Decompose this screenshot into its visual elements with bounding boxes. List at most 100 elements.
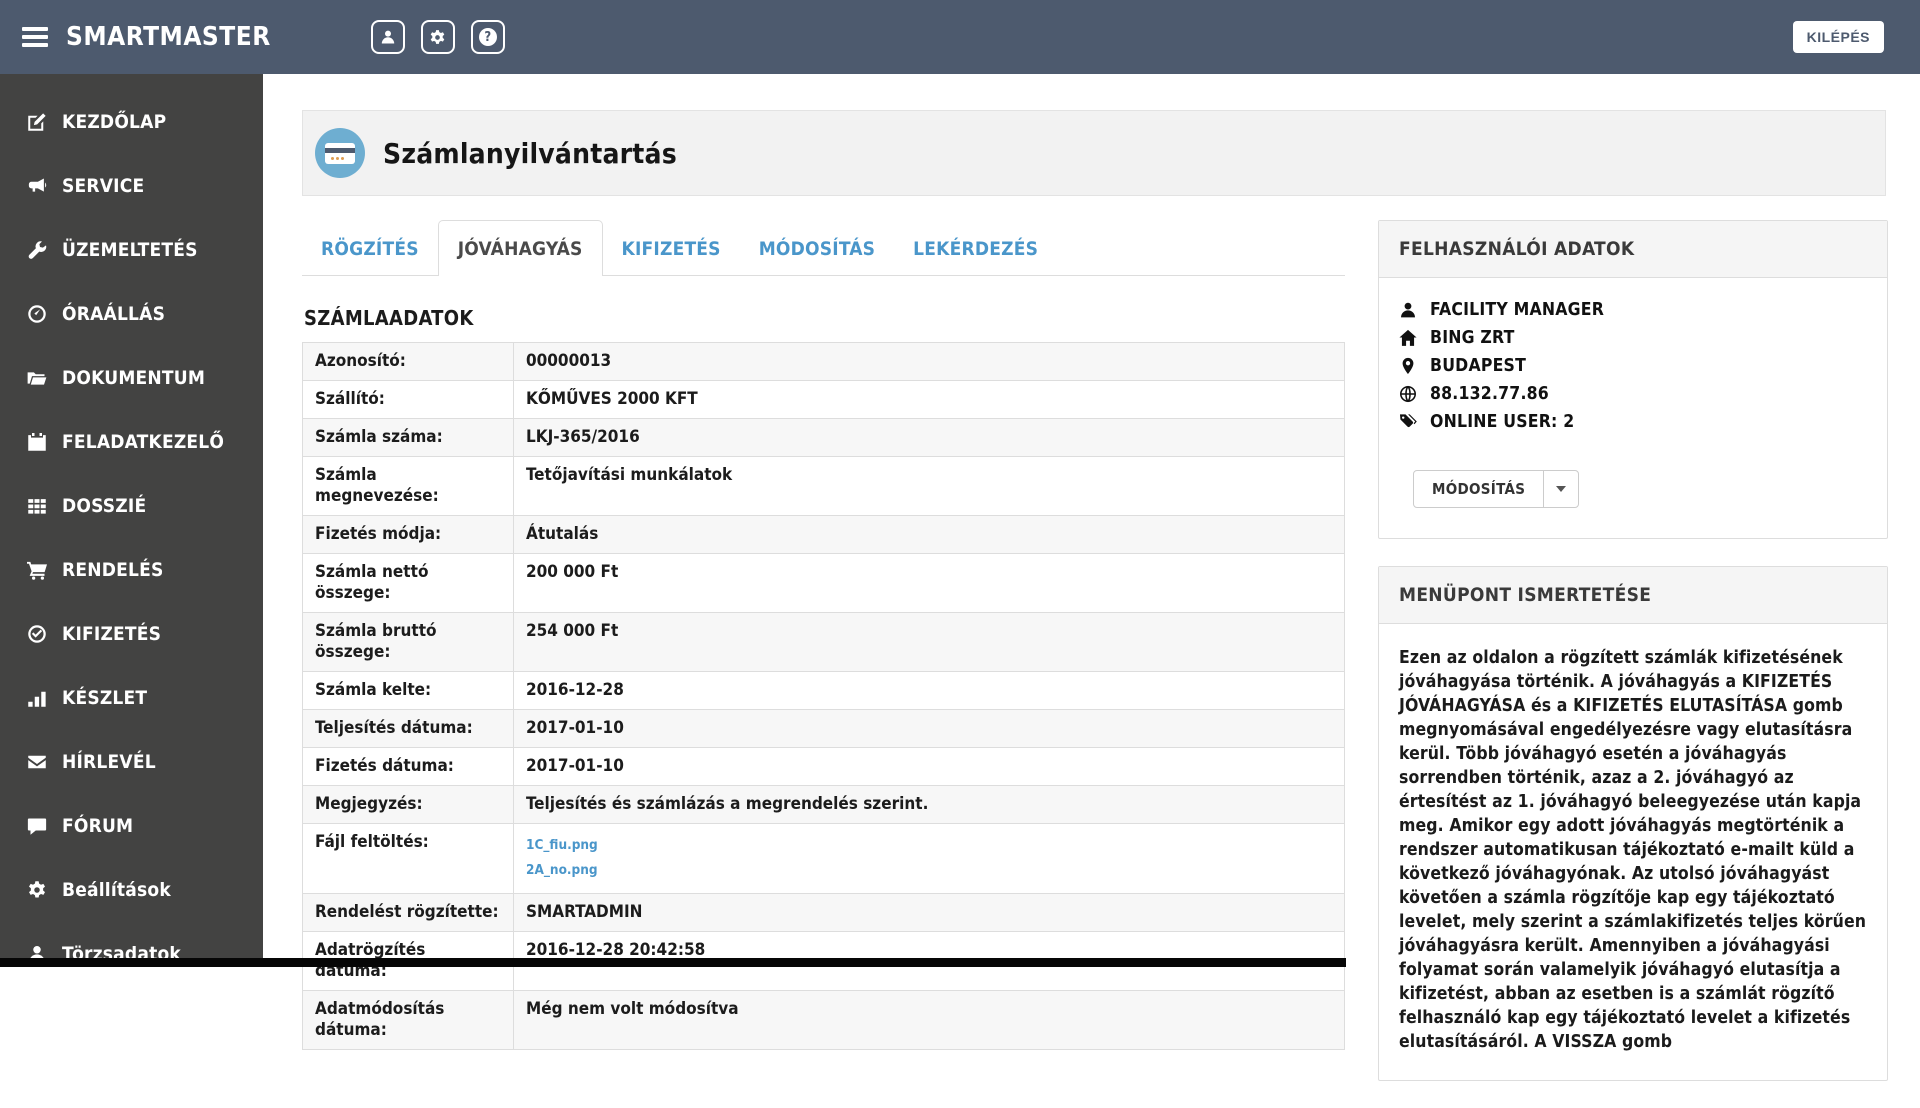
row-label: Azonosító: (303, 343, 514, 381)
row-value: 2017-01-10 (514, 710, 1345, 748)
gauge-icon (27, 304, 47, 324)
megaphone-icon (27, 176, 47, 196)
row-label: Számla bruttó összege: (303, 613, 514, 672)
row-value: Tetőjavítási munkálatok (514, 457, 1345, 516)
sidebar-item-rendeles[interactable]: RENDELÉS (0, 538, 263, 602)
settings-button[interactable] (421, 20, 455, 54)
logout-button[interactable]: KILÉPÉS (1793, 21, 1884, 53)
table-row: Megjegyzés: Teljesítés és számlázás a me… (303, 786, 1345, 824)
wrench-icon (27, 240, 47, 260)
sidebar-item-label: KIFIZETÉS (62, 623, 161, 645)
table-row: Számla megnevezése: Tetőjavítási munkála… (303, 457, 1345, 516)
invoice-table: Azonosító: 00000013 Szállító: KŐMŰVES 20… (302, 342, 1345, 1050)
sidebar-item-beallitasok[interactable]: Beállítások (0, 858, 263, 922)
menu-info-text: Ezen az oldalon a rögzített számlák kifi… (1399, 646, 1867, 1054)
folder-open-icon (27, 368, 47, 388)
row-value: 2016-12-28 (514, 672, 1345, 710)
comment-icon (27, 816, 47, 836)
sidebar-item-label: ÓRAÁLLÁS (62, 303, 165, 325)
check-circle-icon (27, 624, 47, 644)
sidebar-item-label: SERVICE (62, 175, 144, 197)
sidebar-item-forum[interactable]: FÓRUM (0, 794, 263, 858)
tab-modositas[interactable]: MÓDOSÍTÁS (740, 221, 894, 275)
sidebar-item-uzemeltetes[interactable]: ÜZEMELTETÉS (0, 218, 263, 282)
user-icon (380, 29, 396, 45)
sidebar-item-feladatkezelo[interactable]: FELADATKEZELŐ (0, 410, 263, 474)
sidebar-item-label: DOKUMENTUM (62, 367, 205, 389)
sidebar-item-torzsadatok[interactable]: Törzsadatok (0, 922, 263, 986)
sidebar-item-label: Beállítások (62, 879, 171, 901)
grid-icon (27, 496, 47, 516)
row-value: LKJ-365/2016 (514, 419, 1345, 457)
topbar-icon-buttons: ? (371, 20, 505, 54)
sidebar-item-label: HÍRLEVÉL (62, 751, 156, 773)
tab-kifizetes[interactable]: KIFIZETÉS (603, 221, 740, 275)
table-row: Adatmódosítás dátuma: Még nem volt módos… (303, 991, 1345, 1050)
file-link[interactable]: 2A_no.png (526, 860, 1332, 881)
sidebar-item-dokumentum[interactable]: DOKUMENTUM (0, 346, 263, 410)
table-row: Számla kelte: 2016-12-28 (303, 672, 1345, 710)
modify-dropdown-toggle[interactable] (1543, 470, 1579, 508)
row-label: Számla megnevezése: (303, 457, 514, 516)
hamburger-menu-icon[interactable] (22, 23, 48, 51)
table-row: Számla bruttó összege: 254 000 Ft (303, 613, 1345, 672)
credit-card-icon (315, 128, 365, 178)
sidebar-item-label: DOSSZIÉ (62, 495, 146, 517)
row-label: Fizetés dátuma: (303, 748, 514, 786)
table-row: Azonosító: 00000013 (303, 343, 1345, 381)
row-value: SMARTADMIN (514, 894, 1345, 932)
sidebar-item-keszlet[interactable]: KÉSZLET (0, 666, 263, 730)
tab-jovahagyas[interactable]: JÓVÁHAGYÁS (438, 220, 603, 276)
online-user-count: ONLINE USER: 2 (1430, 412, 1574, 432)
sidebar-item-kezdolap[interactable]: KEZDŐLAP (0, 90, 263, 154)
table-row: Rendelést rögzítette: SMARTADMIN (303, 894, 1345, 932)
user-data-panel-title: FELHASZNÁLÓI ADATOK (1379, 221, 1887, 278)
screenshot-bottom-edge (0, 958, 1346, 967)
sidebar-item-kifizetes[interactable]: KIFIZETÉS (0, 602, 263, 666)
row-label: Számla száma: (303, 419, 514, 457)
menu-info-panel-title: MENÜPONT ISMERTETÉSE (1379, 567, 1887, 624)
row-label: Fizetés módja: (303, 516, 514, 554)
chevron-down-icon (1556, 486, 1566, 492)
row-label: Adatmódosítás dátuma: (303, 991, 514, 1050)
table-row-files: Fájl feltöltés: 1C_fiu.png 2A_no.png (303, 824, 1345, 894)
edit-icon (27, 112, 47, 132)
main-content: Számlanyilvántartás RÖGZÍTÉS JÓVÁHAGYÁS … (263, 74, 1920, 967)
row-label: Fájl feltöltés: (303, 824, 514, 894)
profile-button[interactable] (371, 20, 405, 54)
sidebar-item-hirlevel[interactable]: HÍRLEVÉL (0, 730, 263, 794)
row-value: Teljesítés és számlázás a megrendelés sz… (514, 786, 1345, 824)
row-value: 1C_fiu.png 2A_no.png (514, 824, 1345, 894)
sidebar-item-dosszie[interactable]: DOSSZIÉ (0, 474, 263, 538)
table-row: Fizetés dátuma: 2017-01-10 (303, 748, 1345, 786)
globe-icon (1399, 385, 1417, 403)
sidebar-item-oraallas[interactable]: ÓRAÁLLÁS (0, 282, 263, 346)
ip-address: 88.132.77.86 (1430, 384, 1549, 404)
user-data-panel: FELHASZNÁLÓI ADATOK FACILITY MANAGER BIN… (1378, 220, 1888, 539)
tab-rogzites[interactable]: RÖGZÍTÉS (302, 221, 438, 275)
table-row: Számla száma: LKJ-365/2016 (303, 419, 1345, 457)
sidebar-item-label: FÓRUM (62, 815, 133, 837)
row-label: Számla nettó összege: (303, 554, 514, 613)
row-value: 2017-01-10 (514, 748, 1345, 786)
sidebar-item-label: KEZDŐLAP (62, 111, 166, 133)
row-value: Átutalás (514, 516, 1345, 554)
tab-lekerdezes[interactable]: LEKÉRDEZÉS (894, 221, 1057, 275)
help-button[interactable]: ? (471, 20, 505, 54)
file-link[interactable]: 1C_fiu.png (526, 835, 1332, 856)
question-icon: ? (479, 28, 497, 46)
row-value: Még nem volt módosítva (514, 991, 1345, 1050)
sidebar-item-label: KÉSZLET (62, 687, 147, 709)
row-label: Rendelést rögzítette: (303, 894, 514, 932)
modify-button[interactable]: MÓDOSÍTÁS (1413, 470, 1544, 508)
sidebar-item-service[interactable]: SERVICE (0, 154, 263, 218)
user-icon (1399, 301, 1417, 319)
bar-chart-icon (27, 688, 47, 708)
list-item: FACILITY MANAGER (1399, 300, 1867, 320)
topbar: SMARTMASTER ? KILÉPÉS (0, 0, 1920, 74)
row-label: Megjegyzés: (303, 786, 514, 824)
home-icon (1399, 329, 1417, 347)
gear-icon (429, 29, 446, 46)
row-value: 00000013 (514, 343, 1345, 381)
brand-title: SMARTMASTER (66, 22, 271, 52)
